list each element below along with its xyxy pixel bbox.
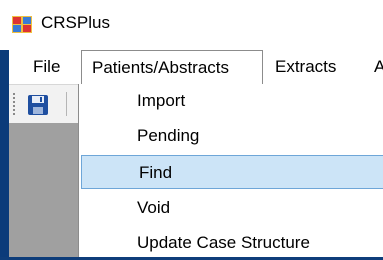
toolbar-grip[interactable] — [13, 93, 17, 115]
save-icon[interactable] — [27, 94, 49, 116]
menu-item-find[interactable]: Find — [81, 155, 383, 189]
menu-item-update-case-structure[interactable]: Update Case Structure — [80, 226, 383, 260]
workspace-panel — [9, 123, 78, 257]
toolbar — [9, 85, 78, 123]
menu-bar: File Patients/Abstracts Extracts A — [9, 50, 383, 85]
toolbar-separator — [66, 92, 67, 116]
menu-patients-abstracts[interactable]: Patients/Abstracts — [81, 50, 263, 84]
window-title: CRSPlus — [41, 13, 110, 32]
menu-item-void[interactable]: Void — [80, 191, 383, 225]
menu-extracts[interactable]: Extracts — [275, 50, 336, 84]
patients-abstracts-dropdown: Import Pending Find Void Update Case Str… — [78, 84, 383, 257]
menu-file[interactable]: File — [33, 50, 60, 84]
menu-item-import[interactable]: Import — [80, 84, 383, 118]
menu-item-pending[interactable]: Pending — [80, 119, 383, 153]
title-bar[interactable]: CRSPlus — [0, 0, 383, 50]
app-icon — [12, 16, 32, 33]
app-window: CRSPlus File Patients/Abstracts Extracts… — [0, 0, 383, 257]
menu-truncated[interactable]: A — [374, 50, 383, 84]
